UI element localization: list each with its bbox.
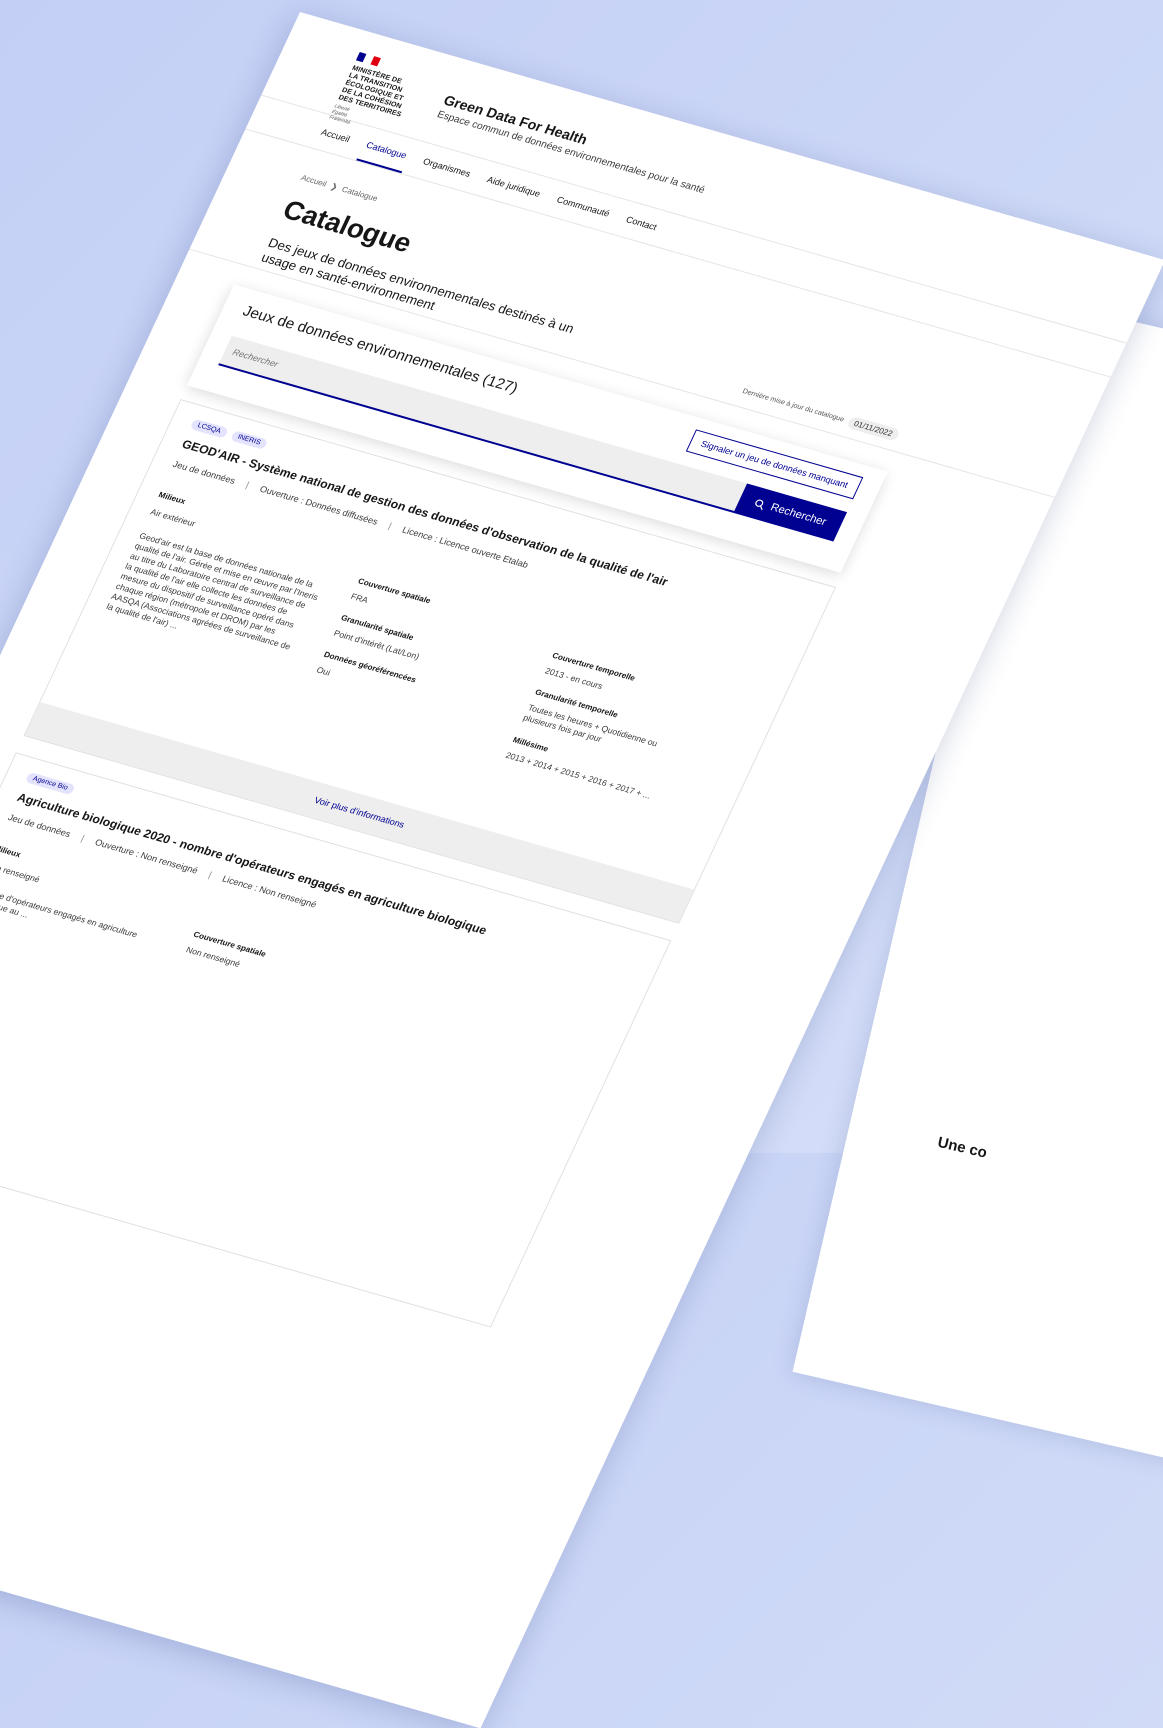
breadcrumb-home-link[interactable]: Accueil	[299, 173, 328, 188]
breadcrumb: Accueil ❯ Catalogue	[299, 173, 379, 203]
meta-separator: |	[244, 479, 251, 490]
milieux-label: Milieux	[0, 843, 23, 860]
producer-tags: Agence Bio	[24, 771, 76, 796]
producer-tag[interactable]: Agence Bio	[24, 771, 76, 796]
chevron-right-icon: ❯	[329, 181, 340, 192]
last-update-label: Dernière mise à jour du catalogue	[741, 388, 846, 424]
dataset-description: Geod'air est la base de données national…	[104, 530, 320, 652]
meta-separator: |	[79, 833, 87, 844]
search-icon	[755, 499, 764, 510]
millesime-label: Millésime	[511, 735, 550, 754]
dataset-meta: Jeu de données | Ouverture : Données dif…	[171, 459, 530, 570]
couverture-spatiale-value: FRA	[349, 591, 370, 606]
producer-tag[interactable]: INERIS	[229, 430, 269, 450]
dataset-meta: Jeu de données | Ouverture : Non renseig…	[6, 812, 318, 909]
search-button-label: Rechercher	[768, 501, 829, 529]
last-update-date-badge: 01/11/2022	[845, 415, 901, 442]
background-page-heading: Une co	[936, 1133, 989, 1162]
meta-separator: |	[386, 520, 394, 531]
georeferenced-value: Oui	[315, 664, 333, 678]
dataset-description: Nombre d'opérateurs engagés en agricultu…	[0, 883, 140, 940]
milieux-value: Non renseigné	[0, 859, 42, 885]
milieux-value: Air extérieur	[148, 506, 198, 529]
breadcrumb-current: Catalogue	[340, 184, 380, 204]
couverture-spatiale-label: Couverture spatiale	[356, 576, 433, 606]
meta-separator: |	[206, 869, 214, 880]
producer-tag[interactable]: LCSQA	[189, 418, 229, 439]
milieux-label: Milieux	[157, 490, 188, 506]
millesime-value: 2013 + 2014 + 2015 + 2016 + 2017 + ...	[504, 750, 653, 801]
french-flag-icon	[355, 52, 381, 67]
